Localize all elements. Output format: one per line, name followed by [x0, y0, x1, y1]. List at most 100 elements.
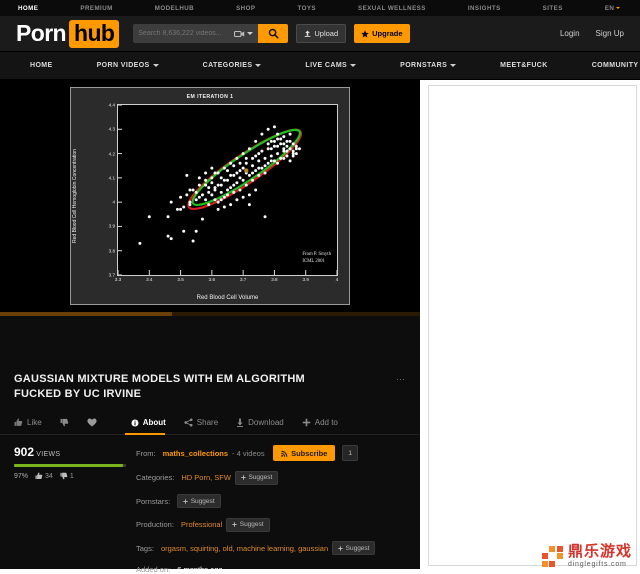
topbar-item-modelhub[interactable]: MODELHUB [155, 5, 194, 12]
upload-button[interactable]: Upload [296, 24, 347, 43]
search-box[interactable] [133, 24, 259, 43]
topbar-item-sites[interactable]: SITES [543, 5, 563, 12]
data-point [279, 142, 283, 146]
data-point [179, 207, 183, 211]
x-axis-tick: 3.3 [114, 277, 122, 282]
data-point [216, 200, 220, 204]
topbar-item-insights[interactable]: INSIGHTS [468, 5, 501, 12]
site-logo[interactable]: Porn hub [16, 19, 120, 48]
dislike-button[interactable] [60, 418, 69, 427]
login-link[interactable]: Login [560, 29, 580, 38]
data-point [266, 142, 270, 146]
like-button[interactable]: Like [14, 418, 42, 427]
nav-item-pornstars[interactable]: PORNSTARS [400, 62, 457, 69]
share-button[interactable]: Share [184, 418, 218, 427]
y-axis-tick: 4 [112, 199, 115, 205]
topbar-item-toys[interactable]: TOYS [297, 5, 316, 12]
x-axis-tick: 3.4 [146, 277, 153, 282]
thumb-up-icon [35, 472, 43, 480]
y-axis-tick: 4.4 [108, 102, 115, 108]
data-point [294, 152, 298, 156]
production-value[interactable]: Professional [181, 520, 222, 529]
video-progress-bar[interactable] [0, 312, 420, 316]
data-point [282, 142, 286, 146]
active-tab-underline [125, 433, 165, 436]
topbar-item-shop[interactable]: SHOP [236, 5, 255, 12]
data-point [166, 234, 170, 238]
page-root: HOME PREMIUM MODELHUB SHOP TOYS SEXUAL W… [0, 0, 640, 574]
data-point [197, 183, 201, 187]
data-point [279, 156, 283, 160]
data-point [285, 139, 289, 143]
categories-value[interactable]: HD Porn, SFW [181, 473, 231, 482]
data-point [247, 193, 251, 197]
nav-item-live-cams[interactable]: LIVE CAMS [305, 62, 357, 69]
tab-about-label: About [142, 418, 166, 428]
suggest-tags-button[interactable]: Suggest [332, 541, 376, 556]
nav-item-categories[interactable]: CATEGORIES [203, 62, 262, 69]
upgrade-button[interactable]: Upgrade [354, 24, 410, 43]
suggest-production-button[interactable]: Suggest [226, 517, 270, 532]
plus-icon [241, 475, 246, 480]
data-point [282, 156, 286, 160]
topbar-item-home[interactable]: HOME [18, 5, 38, 12]
detail-row-tags: Tags: orgasm, squirting, old, machine le… [136, 541, 406, 556]
data-point [257, 166, 261, 170]
data-point [260, 149, 264, 153]
favorite-button[interactable] [87, 418, 97, 427]
video-title-block: GAUSSIAN MIXTURE MODELS WITH EM ALGORITH… [0, 360, 420, 401]
video-meta: 902 VIEWS 97% 34 1 From: maths_collectio… [0, 435, 420, 574]
subscriber-count: 1 [342, 445, 358, 462]
y-axis-tick: 4.2 [108, 151, 115, 157]
more-options-icon[interactable]: ⋯ [396, 374, 406, 385]
data-point [282, 147, 286, 151]
data-point [257, 173, 261, 177]
tab-about[interactable]: About [131, 418, 166, 427]
tags-value[interactable]: orgasm, squirting, old, machine learning… [161, 544, 328, 553]
data-point [185, 173, 189, 177]
subscribe-button[interactable]: Subscribe [272, 445, 336, 462]
data-point [257, 159, 261, 163]
detail-row-pornstars: Pornstars: Suggest [136, 494, 406, 509]
video-player[interactable]: EM ITERATION 1 Red Blood Cell Hemoglobin… [0, 80, 420, 312]
nav-item-community[interactable]: COMMUNITY [592, 62, 640, 69]
nav-item-porn-videos[interactable]: PORN VIDEOS [97, 62, 159, 69]
data-point [251, 164, 255, 168]
suggest-categories-button[interactable]: Suggest [234, 470, 279, 485]
add-to-button[interactable]: Add to [302, 418, 338, 427]
channel-link[interactable]: maths_collections [163, 449, 228, 458]
nav-item-home[interactable]: HOME [30, 62, 53, 69]
data-point [235, 198, 239, 202]
suggest-pornstars-button[interactable]: Suggest [177, 494, 221, 509]
chevron-down-icon [450, 64, 457, 67]
production-label: Production: [136, 520, 174, 530]
nav-label: PORNSTARS [400, 62, 448, 69]
data-point [269, 139, 273, 143]
data-point [235, 156, 239, 160]
language-selector[interactable]: EN [605, 5, 621, 12]
data-point [288, 132, 292, 136]
y-axis-tick: 4.3 [108, 126, 115, 132]
chevron-down-icon [152, 64, 159, 67]
video-filter-dropdown[interactable] [234, 30, 254, 38]
rating-bar [14, 464, 126, 468]
subscribe-label: Subscribe [291, 448, 328, 458]
nav-item-meet-and-fuck[interactable]: MEET&FUCK [500, 62, 548, 69]
topbar-item-sexual-wellness[interactable]: SEXUAL WELLNESS [358, 5, 426, 12]
topbar-item-premium[interactable]: PREMIUM [80, 5, 112, 12]
data-point [219, 176, 223, 180]
signup-link[interactable]: Sign Up [596, 29, 624, 38]
player-controls-strip[interactable] [0, 316, 420, 360]
categories-label: Categories: [136, 473, 175, 483]
search-button[interactable] [258, 24, 289, 43]
pornstars-label: Pornstars: [136, 496, 171, 506]
data-point [238, 161, 242, 165]
annotation-line-2: ICML 2001 [302, 258, 325, 264]
nav-label: COMMUNITY [591, 62, 639, 69]
data-point [279, 137, 283, 141]
search-input[interactable] [138, 30, 229, 37]
site-header: Pornhub Upl [0, 16, 640, 52]
scatter-plot-svg [118, 105, 337, 275]
data-point [204, 198, 208, 202]
download-button[interactable]: Download [236, 418, 284, 427]
